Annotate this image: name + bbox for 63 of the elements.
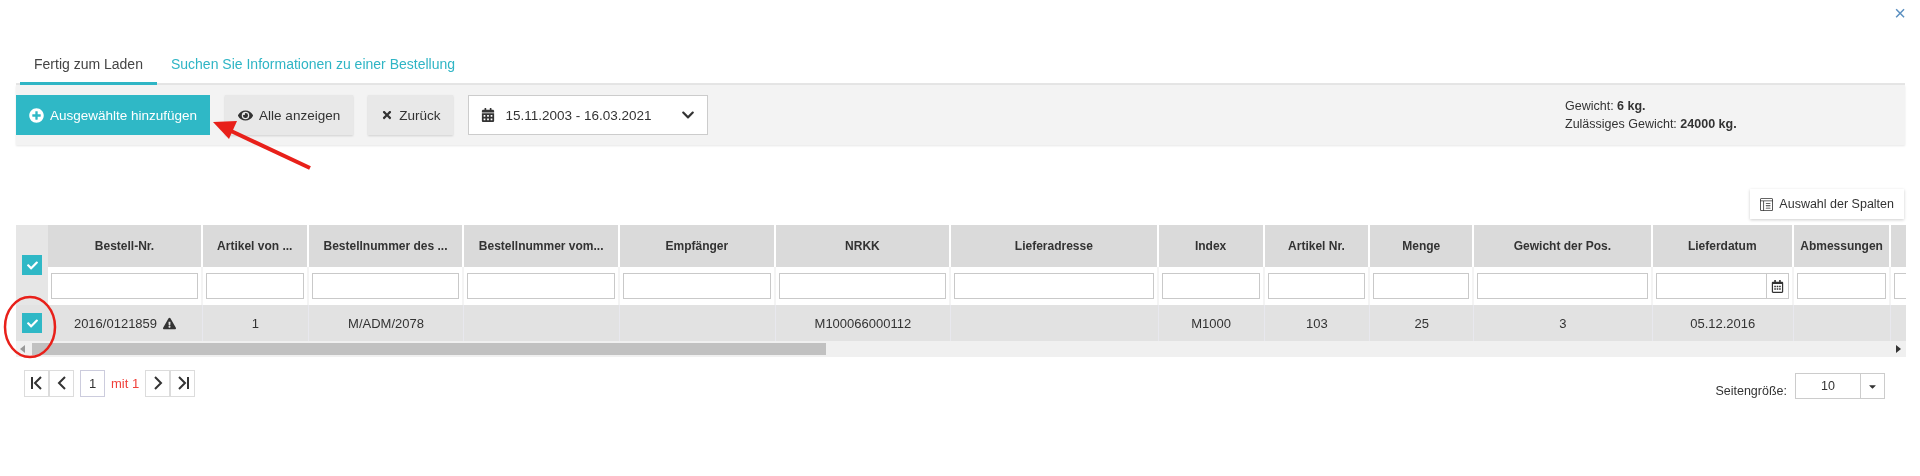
columns-icon xyxy=(1760,197,1774,211)
last-page-icon xyxy=(175,375,190,391)
column-header[interactable]: Lieferadresse xyxy=(951,225,1159,267)
filter-field[interactable] xyxy=(1477,273,1648,299)
weight-info: Zulässiges Gewicht: 24000 kg. xyxy=(1565,117,1738,131)
column-header[interactable]: Artikel von ... xyxy=(202,225,309,267)
filter-field[interactable] xyxy=(954,273,1154,299)
select-all-checkbox[interactable] xyxy=(22,255,43,275)
table-cell: M100066000112 xyxy=(814,315,912,331)
column-chooser-button[interactable]: Auswahl der Spalten xyxy=(1750,189,1904,219)
previous-page-button[interactable] xyxy=(49,369,74,397)
page-number-field[interactable]: 1 xyxy=(80,369,105,397)
weight-info: Gewicht: 6 kg. xyxy=(1565,99,1647,113)
check-icon xyxy=(26,317,38,329)
column-header[interactable]: Artikel Nr. xyxy=(1264,225,1371,267)
check-icon xyxy=(26,259,38,271)
date-range-dropdown[interactable]: 15.11.2003 - 16.03.2021 xyxy=(468,95,709,135)
column-header[interactable]: NRKK xyxy=(775,225,952,267)
table-cell: M1000 xyxy=(1191,315,1231,331)
column-header[interactable]: Empfänger xyxy=(620,225,776,267)
filter-field[interactable] xyxy=(1373,273,1470,299)
filter-field[interactable] xyxy=(1161,273,1260,299)
scroll-left-icon[interactable] xyxy=(20,345,26,353)
table-cell: 3 xyxy=(1559,315,1567,331)
table-cell: 25 xyxy=(1414,315,1429,331)
column-header[interactable]: Abmessungen xyxy=(1793,225,1892,267)
calendar-icon xyxy=(481,108,496,122)
filter-field[interactable] xyxy=(467,273,615,299)
toolbar-button[interactable]: Alle anzeigen xyxy=(225,95,354,135)
filter-field[interactable] xyxy=(1267,273,1366,299)
column-header[interactable]: Bestell-Nr. xyxy=(48,225,203,267)
table-cell: 2016/0121859 xyxy=(73,315,158,331)
table-cell: 05.12.2016 xyxy=(1690,315,1756,331)
close-icon xyxy=(381,109,394,121)
first-page-button[interactable] xyxy=(24,369,49,397)
column-header[interactable]: Index xyxy=(1158,225,1265,267)
table-cell: 103 xyxy=(1306,315,1328,331)
circle-annotation xyxy=(3,295,57,359)
last-page-button[interactable] xyxy=(170,369,196,397)
filter-field[interactable] xyxy=(1796,273,1887,299)
filter-field[interactable] xyxy=(623,273,771,299)
table-cell: 1 xyxy=(251,315,259,331)
filter-field[interactable] xyxy=(51,273,198,299)
page-size-label: Seitengröße: xyxy=(1715,383,1787,398)
close-button[interactable]: × xyxy=(1894,2,1906,24)
column-header[interactable]: Bestellnummer des ... xyxy=(308,225,465,267)
column-header[interactable]: Lieferdatum xyxy=(1652,225,1794,267)
date-filter-field[interactable] xyxy=(1655,273,1789,299)
next-page-button[interactable] xyxy=(145,369,171,397)
filter-field[interactable] xyxy=(778,273,947,299)
first-page-icon xyxy=(29,375,44,391)
page-count: mit 1 xyxy=(111,375,140,391)
scroll-right-icon[interactable] xyxy=(1896,345,1902,353)
column-header[interactable]: Menge xyxy=(1370,225,1475,267)
column-header[interactable]: Gewicht der Pos. xyxy=(1474,225,1653,267)
row-checkbox[interactable] xyxy=(22,313,43,333)
filter-field[interactable] xyxy=(205,273,304,299)
toolbar-button[interactable]: Zurück xyxy=(368,95,454,135)
filter-field[interactable] xyxy=(311,273,460,299)
table-cell: M/ADM/2078 xyxy=(348,315,424,331)
column-header[interactable]: Bestellnummer vom... xyxy=(464,225,620,267)
scrollbar[interactable] xyxy=(16,341,1906,357)
page-size-dropdown[interactable]: 10 xyxy=(1795,373,1885,399)
